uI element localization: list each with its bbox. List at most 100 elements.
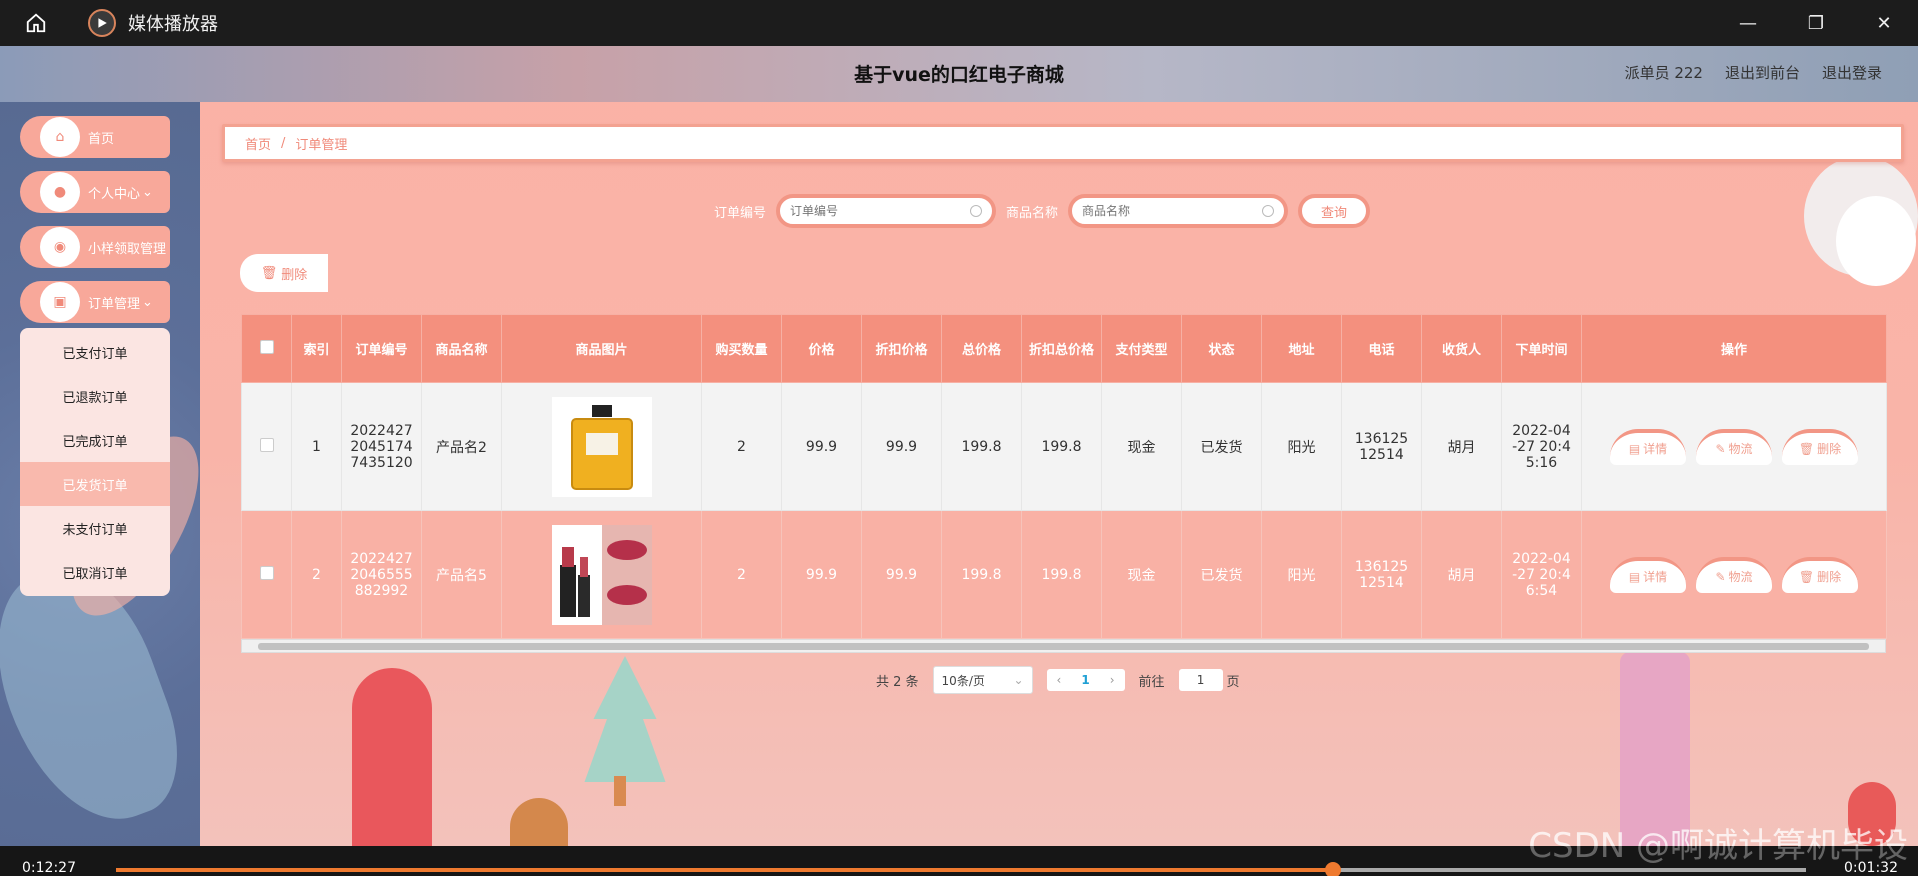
col-discount-price: 折扣价格 bbox=[861, 314, 942, 383]
logout-link[interactable]: 退出登录 bbox=[1822, 62, 1882, 83]
decor-popsicle bbox=[352, 668, 432, 846]
submenu-completed[interactable]: 已完成订单 bbox=[20, 418, 170, 462]
col-image: 商品图片 bbox=[501, 314, 702, 383]
page-suffix: 页 bbox=[1226, 674, 1240, 690]
goto-page-input[interactable]: 1 bbox=[1178, 669, 1223, 691]
sidebar: ⌂ 首页 ● 个人中心 ⌄ ◉ 小样领取管理 ▣ 订单管理 ⌄ 已支付订单 已退… bbox=[20, 116, 170, 596]
home-icon[interactable] bbox=[18, 5, 54, 41]
submenu-refunded[interactable]: 已退款订单 bbox=[20, 374, 170, 418]
restore-button[interactable]: ❐ bbox=[1782, 0, 1850, 46]
detail-button[interactable]: ▤ 详情 bbox=[1610, 556, 1686, 593]
prev-page-icon[interactable]: ‹ bbox=[1047, 673, 1072, 687]
orders-table: 索引 订单编号 商品名称 商品图片 购买数量 价格 折扣价格 总价格 折扣总价格… bbox=[241, 314, 1887, 653]
home-icon: ⌂ bbox=[40, 117, 80, 157]
col-product: 商品名称 bbox=[421, 314, 502, 383]
user-label: 派单员 222 bbox=[1624, 64, 1703, 82]
product-image bbox=[551, 524, 652, 625]
col-qty: 购买数量 bbox=[701, 314, 782, 383]
query-button[interactable]: 查询 bbox=[1298, 194, 1371, 228]
page-number[interactable]: 1 bbox=[1071, 673, 1099, 687]
progress-bar[interactable] bbox=[116, 862, 1806, 876]
exit-front-link[interactable]: 退出到前台 bbox=[1725, 62, 1800, 83]
table-row: 1 20224272045174 7435120 产品名2 2 99.9 99.… bbox=[241, 382, 1887, 511]
product-image bbox=[551, 396, 652, 497]
decor-tree bbox=[584, 656, 666, 782]
player-titlebar: 媒体播放器 — ❐ ✕ bbox=[0, 0, 1918, 46]
trash-icon: 🗑 bbox=[1798, 441, 1815, 456]
col-index: 索引 bbox=[291, 314, 342, 383]
trash-icon: 🗑 bbox=[1798, 569, 1815, 584]
select-all-checkbox[interactable] bbox=[259, 339, 274, 354]
location-icon: ◉ bbox=[40, 227, 80, 267]
submenu-cancelled[interactable]: 已取消订单 bbox=[20, 550, 170, 594]
trash-icon: 🗑 bbox=[260, 265, 278, 281]
total-count: 共 2 条 bbox=[876, 674, 919, 690]
breadcrumb: 首页 / 订单管理 bbox=[222, 124, 1904, 162]
document-icon: ▤ bbox=[1628, 441, 1641, 456]
pagination: 共 2 条 10条/页 ⌄ ‹ 1 › 前往 1 页 bbox=[876, 666, 1240, 694]
submenu-paid[interactable]: 已支付订单 bbox=[20, 330, 170, 374]
logistics-button[interactable]: ✎ 物流 bbox=[1696, 556, 1772, 593]
decor-pillar bbox=[1620, 652, 1690, 846]
decor-ball bbox=[510, 798, 568, 846]
delete-button[interactable]: 🗑 删除 bbox=[1782, 428, 1858, 465]
progress-knob[interactable] bbox=[1324, 862, 1341, 876]
search-row: 订单编号 商品名称 查询 bbox=[714, 194, 1371, 228]
delete-button[interactable]: 🗑 删除 bbox=[1782, 556, 1858, 593]
col-status: 状态 bbox=[1181, 314, 1262, 383]
app-area: 基于vue的口红电子商城 派单员 222 退出到前台 退出登录 ⌂ 首页 ● 个… bbox=[0, 46, 1918, 846]
sidebar-item-home[interactable]: ⌂ 首页 bbox=[20, 116, 170, 158]
next-page-icon[interactable]: › bbox=[1100, 673, 1125, 687]
product-name-label: 商品名称 bbox=[1006, 205, 1059, 221]
row-checkbox[interactable] bbox=[259, 437, 274, 452]
app-header: 基于vue的口红电子商城 派单员 222 退出到前台 退出登录 bbox=[0, 46, 1918, 102]
search-icon bbox=[970, 205, 983, 217]
submenu-unpaid[interactable]: 未支付订单 bbox=[20, 506, 170, 550]
table-row: 2 20224272046555 882992 产品名5 2 99.9 99.9… bbox=[241, 510, 1887, 639]
col-actions: 操作 bbox=[1581, 314, 1887, 383]
col-address: 地址 bbox=[1261, 314, 1342, 383]
breadcrumb-home[interactable]: 首页 bbox=[245, 134, 271, 153]
player-title: 媒体播放器 bbox=[128, 14, 218, 35]
table-header: 索引 订单编号 商品名称 商品图片 购买数量 价格 折扣价格 总价格 折扣总价格… bbox=[241, 314, 1887, 383]
product-name-field[interactable] bbox=[1068, 194, 1289, 228]
horizontal-scrollbar[interactable] bbox=[241, 639, 1886, 653]
remaining-time: 0:01:32 bbox=[1844, 860, 1898, 876]
submenu-shipped[interactable]: 已发货订单 bbox=[20, 462, 170, 506]
edit-icon: ✎ bbox=[1715, 569, 1726, 584]
player-controls: 0:12:27 0:01:32 bbox=[0, 846, 1918, 876]
goto-label: 前往 bbox=[1138, 674, 1165, 690]
col-time: 下单时间 bbox=[1501, 314, 1582, 383]
close-button[interactable]: ✕ bbox=[1850, 0, 1918, 46]
col-phone: 电话 bbox=[1341, 314, 1422, 383]
chevron-down-icon: ⌄ bbox=[142, 294, 153, 310]
chevron-down-icon: ⌄ bbox=[142, 184, 153, 200]
order-no-input[interactable] bbox=[790, 204, 961, 218]
batch-delete-button[interactable]: 🗑 删除 bbox=[240, 254, 328, 292]
col-price: 价格 bbox=[781, 314, 862, 383]
sidebar-item-samples[interactable]: ◉ 小样领取管理 bbox=[20, 226, 170, 268]
minimize-button[interactable]: — bbox=[1714, 0, 1782, 46]
logistics-button[interactable]: ✎ 物流 bbox=[1696, 428, 1772, 465]
edit-icon: ✎ bbox=[1715, 441, 1726, 456]
breadcrumb-current: 订单管理 bbox=[295, 137, 348, 153]
player-logo-icon bbox=[88, 9, 116, 37]
elapsed-time: 0:12:27 bbox=[22, 860, 76, 876]
col-receiver: 收货人 bbox=[1421, 314, 1502, 383]
orders-submenu: 已支付订单 已退款订单 已完成订单 已发货订单 未支付订单 已取消订单 bbox=[20, 328, 170, 596]
detail-button[interactable]: ▤ 详情 bbox=[1610, 428, 1686, 465]
order-no-field[interactable] bbox=[776, 194, 997, 228]
col-pay-type: 支付类型 bbox=[1101, 314, 1182, 383]
document-icon: ▤ bbox=[1628, 569, 1641, 584]
col-total: 总价格 bbox=[941, 314, 1022, 383]
chevron-down-icon: ⌄ bbox=[1013, 673, 1024, 687]
sidebar-item-profile[interactable]: ● 个人中心 ⌄ bbox=[20, 171, 170, 213]
sidebar-item-orders[interactable]: ▣ 订单管理 ⌄ bbox=[20, 281, 170, 323]
user-icon: ● bbox=[40, 172, 80, 212]
row-checkbox[interactable] bbox=[259, 565, 274, 580]
clipboard-icon: ▣ bbox=[40, 282, 80, 322]
page-nav: ‹ 1 › bbox=[1046, 669, 1125, 691]
col-discount-total: 折扣总价格 bbox=[1021, 314, 1102, 383]
product-name-input[interactable] bbox=[1082, 204, 1253, 218]
page-size-select[interactable]: 10条/页 ⌄ bbox=[932, 666, 1033, 694]
